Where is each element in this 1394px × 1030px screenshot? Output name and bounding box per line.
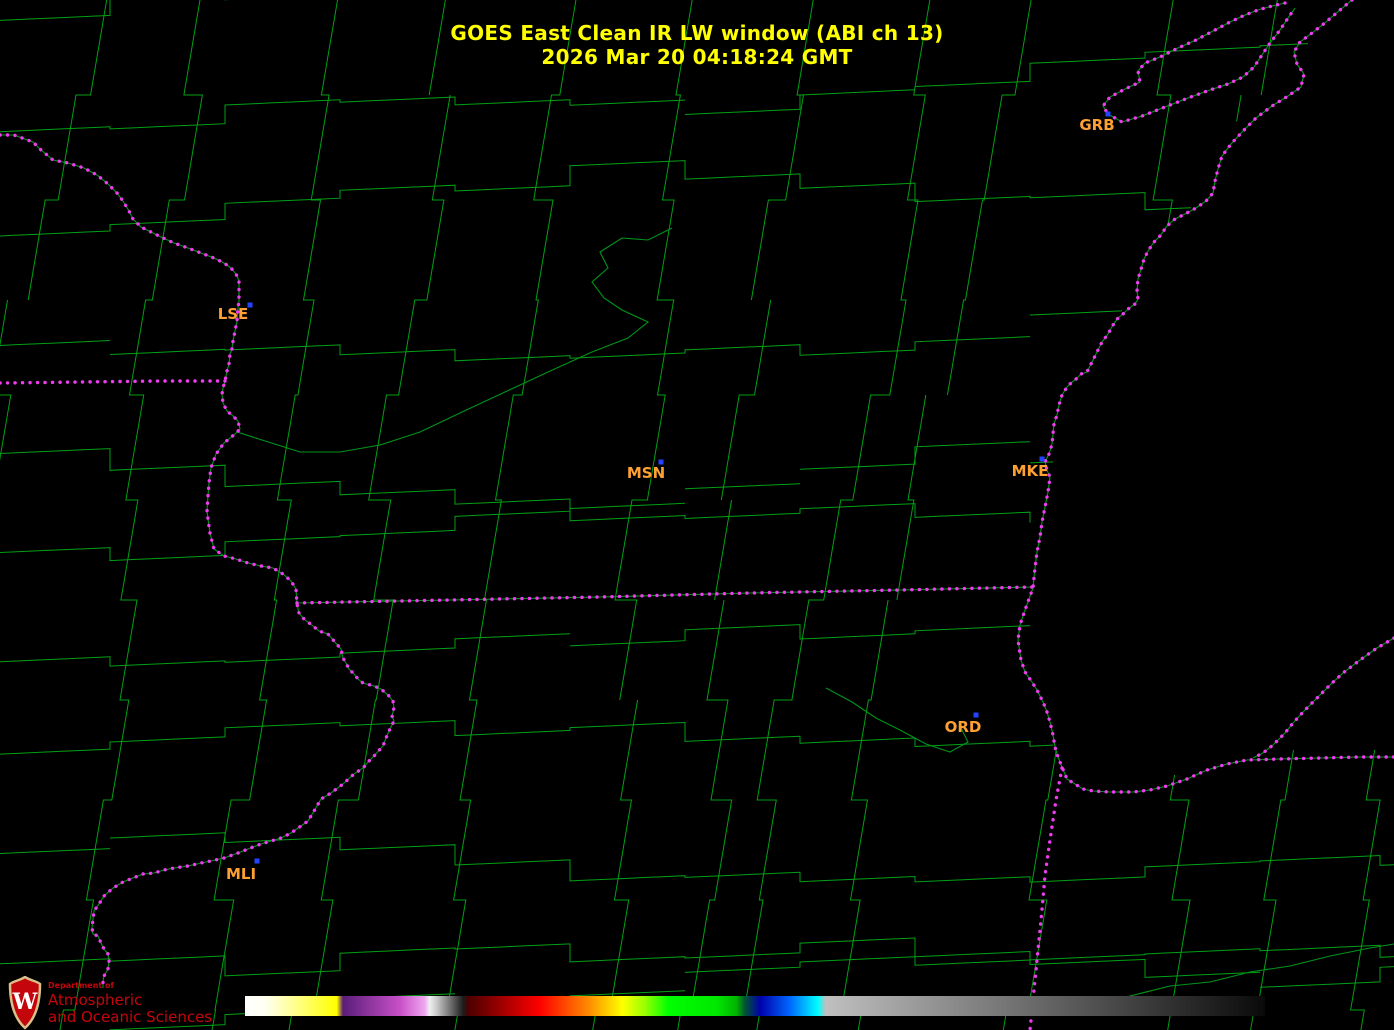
- station-dot-ord: [973, 712, 979, 718]
- county-line: [446, 0, 577, 1030]
- ir-enhancement-colorbar: [245, 996, 1265, 1016]
- county-line: [109, 336, 1031, 362]
- county-line: [288, 94, 451, 1030]
- station-dot-mke: [1039, 456, 1045, 462]
- lake-michigan-east-shore: [1251, 636, 1394, 760]
- station-label-ord: ORD: [944, 718, 982, 736]
- logo-name-line2: and Oceanic Sciences: [48, 1008, 213, 1026]
- county-line: [1167, 774, 1191, 1030]
- aoss-logo: W Department of Atmospheric and Oceanic …: [8, 976, 212, 1030]
- county-line: [0, 0, 230, 21]
- aoss-logo-text: Department of Atmospheric and Oceanic Sc…: [48, 976, 212, 1025]
- county-line: [684, 944, 1394, 973]
- station-label-grb: GRB: [1079, 116, 1115, 134]
- county-line: [59, 0, 203, 1030]
- station-label-msn: MSN: [626, 464, 666, 482]
- lake-michigan-west-shore: [1016, 0, 1394, 794]
- wisconsin-river: [236, 227, 673, 453]
- county-line: [714, 499, 733, 601]
- county-line: [1350, 749, 1381, 1030]
- crest-letter: W: [12, 989, 38, 1015]
- county-line: [1250, 749, 1294, 1030]
- mississippi-river-shoreline: [0, 134, 395, 988]
- mississippi-river: [0, 133, 396, 990]
- county-line: [0, 340, 111, 346]
- map-canvas: [0, 0, 1394, 1030]
- station-label-mke: MKE: [1011, 462, 1049, 480]
- county-line: [799, 441, 1031, 470]
- county-line: [0, 502, 686, 562]
- county-line: [1002, 749, 1057, 1030]
- county-line: [896, 394, 927, 601]
- county-line: [0, 299, 12, 462]
- logo-name-line1: Atmospheric: [48, 991, 143, 1009]
- image-title: GOES East Clean IR LW window (ABI ch 13): [450, 21, 944, 45]
- county-line: [840, 599, 889, 1030]
- county-line: [0, 448, 1031, 523]
- county-line: [684, 483, 801, 490]
- logo-dept-line: Department of: [48, 981, 115, 990]
- county-line: [0, 96, 686, 133]
- county-line: [743, 0, 931, 1011]
- county-line: [720, 299, 772, 501]
- uw-crest-icon: W: [8, 976, 42, 1030]
- county-line: [0, 720, 1054, 755]
- county-line: [1259, 966, 1394, 988]
- county-line: [1029, 310, 1123, 316]
- county-line: [0, 848, 111, 855]
- il-in-border: [1028, 766, 1064, 1030]
- county-line: [684, 89, 916, 115]
- station-dot-mli: [254, 858, 260, 864]
- county-line: [0, 633, 571, 667]
- satellite-image-viewer: GOES East Clean IR LW window (ABI ch 13)…: [0, 0, 1394, 1030]
- county-line: [1236, 94, 1242, 122]
- mn-ia-border: [0, 379, 227, 385]
- county-line: [569, 624, 1031, 647]
- county-line: [592, 699, 639, 1030]
- county-line: [0, 160, 1192, 237]
- station-label-lse: LSE: [217, 305, 249, 323]
- lake-michigan-east-shore-shoreline: [1252, 637, 1394, 759]
- county-line: [677, 599, 733, 1030]
- station-label-mli: MLI: [225, 865, 257, 883]
- county-line: [109, 832, 1394, 883]
- lake-michigan-west-shore-shoreline: [1017, 0, 1394, 793]
- image-timestamp: 2026 Mar 20 04:18:24 GMT: [541, 45, 853, 69]
